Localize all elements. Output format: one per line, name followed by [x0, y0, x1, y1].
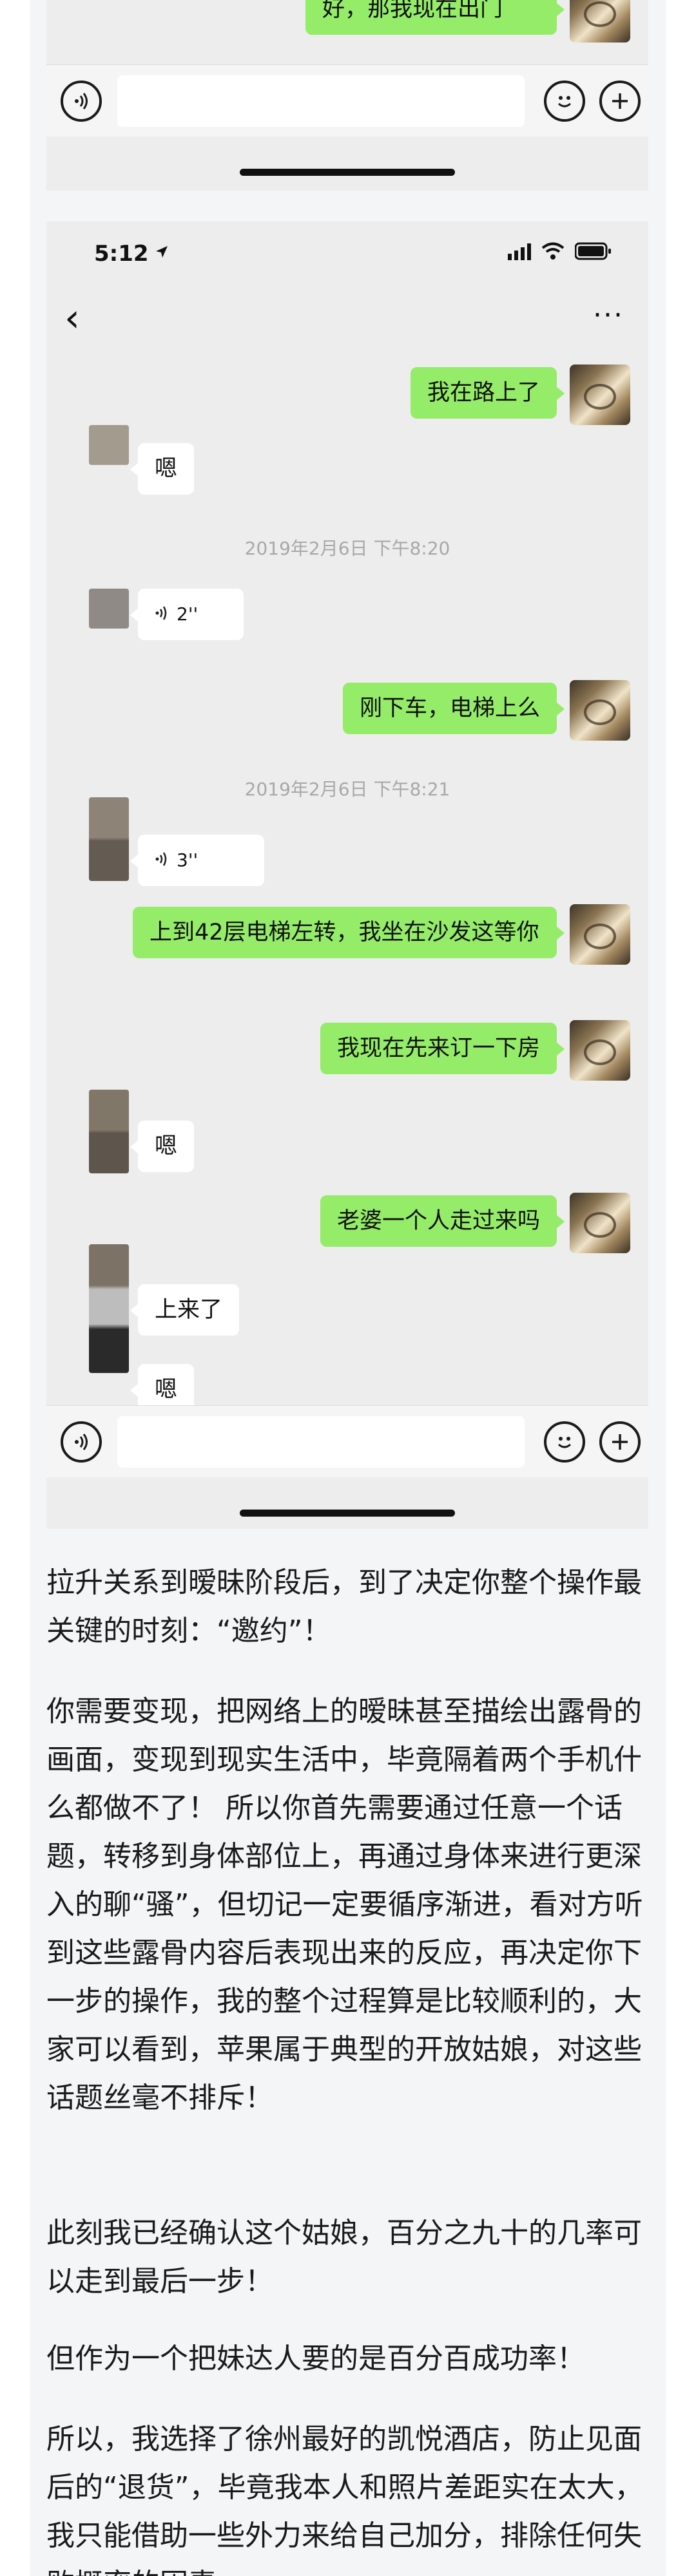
chat-bubble-sent: 好，那我现在出门	[305, 0, 565, 35]
avatar-self	[570, 680, 630, 741]
avatar-self	[570, 365, 630, 425]
voice-icon[interactable]	[61, 80, 102, 122]
home-indicator	[240, 169, 455, 176]
voice-duration: 2''	[177, 603, 198, 625]
avatar-contact	[89, 589, 129, 629]
message-text: 嗯	[155, 1377, 178, 1403]
avatar-self	[570, 1020, 630, 1081]
message-input[interactable]	[117, 75, 525, 127]
smile-icon[interactable]	[544, 80, 585, 122]
plus-icon[interactable]	[599, 80, 641, 122]
article-paragraph: 但作为一个把妹达人要的是百分百成功率！	[46, 2342, 585, 2375]
signal-icon	[508, 243, 534, 263]
status-time: 5:12	[94, 241, 149, 267]
message-input[interactable]	[117, 1416, 525, 1468]
message-text: 我在路上了	[427, 380, 540, 406]
article-paragraph: 此刻我已经确认这个姑娘，百分之九十的几率可以走到最后一步！	[46, 2217, 642, 2298]
article-paragraph: 你需要变现，把网络上的暧昧甚至描绘出露骨的画面，变现到现实生活中，毕竟隔着两个手…	[46, 1695, 643, 2114]
message-timestamp: 2019年2月6日 下午8:20	[244, 538, 450, 559]
avatar-contact	[89, 797, 129, 881]
voice-duration: 3''	[177, 849, 198, 871]
chat-input-bar	[46, 1405, 648, 1477]
chat-bubble-sent: 刚下车，电梯上么	[342, 683, 565, 734]
chat-screenshot-top: 好，那我现在出门	[46, 0, 648, 191]
voice-message[interactable]: 3''	[130, 835, 264, 886]
chat-bubble-received: 嗯	[130, 443, 195, 495]
article-card: 好，那我现在出门 5:12 ‹ ··· 我在路上了 嗯 2019年2月6日 下午…	[30, 0, 666, 2576]
voice-wave-icon	[155, 598, 169, 631]
chat-screenshot-main: 5:12 ‹ ··· 我在路上了 嗯 2019年2月6日 下午8:20 2'' …	[46, 222, 648, 1529]
chat-bubble-received: 上来了	[130, 1284, 240, 1336]
voice-wave-icon	[155, 844, 169, 877]
message-text: 刚下车，电梯上么	[359, 696, 540, 721]
back-icon[interactable]: ‹	[64, 292, 80, 344]
chat-bubble-sent: 老婆一个人走过来吗	[320, 1195, 565, 1247]
chat-input-bar	[46, 64, 648, 137]
wifi-icon	[541, 242, 565, 263]
chat-bubble-sent: 上到42层电梯左转，我坐在沙发这等你	[133, 907, 565, 958]
message-text: 嗯	[155, 456, 178, 482]
avatar-self	[570, 904, 630, 965]
message-text: 上来了	[155, 1297, 223, 1323]
message-text: 好，那我现在出门	[322, 0, 503, 22]
location-icon	[155, 245, 169, 261]
avatar-contact	[89, 1090, 129, 1173]
chat-navbar: ‹ ···	[46, 286, 648, 350]
avatar-self	[570, 0, 630, 43]
status-bar: 5:12	[46, 222, 648, 286]
message-text: 嗯	[155, 1133, 178, 1159]
chat-bubble-received: 嗯	[130, 1121, 195, 1172]
smile-icon[interactable]	[544, 1421, 585, 1463]
plus-icon[interactable]	[599, 1421, 641, 1463]
article-paragraph: 所以，我选择了徐州最好的凯悦酒店，防止见面后的“退货”，毕竟我本人和照片差距实在…	[46, 2423, 643, 2576]
more-icon[interactable]: ···	[593, 290, 624, 341]
voice-icon[interactable]	[61, 1421, 102, 1463]
message-text: 我现在先来订一下房	[336, 1036, 540, 1061]
avatar-contact	[89, 1244, 129, 1373]
message-text: 老婆一个人走过来吗	[336, 1208, 540, 1234]
message-text: 上到42层电梯左转，我坐在沙发这等你	[150, 920, 539, 945]
home-indicator	[240, 1510, 455, 1517]
chat-bubble-sent: 我在路上了	[410, 367, 565, 419]
avatar-contact	[89, 425, 129, 465]
avatar-self	[570, 1193, 630, 1253]
battery-icon	[574, 242, 612, 263]
voice-message[interactable]: 2''	[130, 589, 244, 640]
chat-bubble-sent: 我现在先来订一下房	[320, 1023, 565, 1074]
article-paragraph: 拉升关系到暧昧阶段后，到了决定你整个操作最关键的时刻：“邀约”！	[46, 1566, 642, 1647]
message-timestamp: 2019年2月6日 下午8:21	[244, 779, 450, 800]
